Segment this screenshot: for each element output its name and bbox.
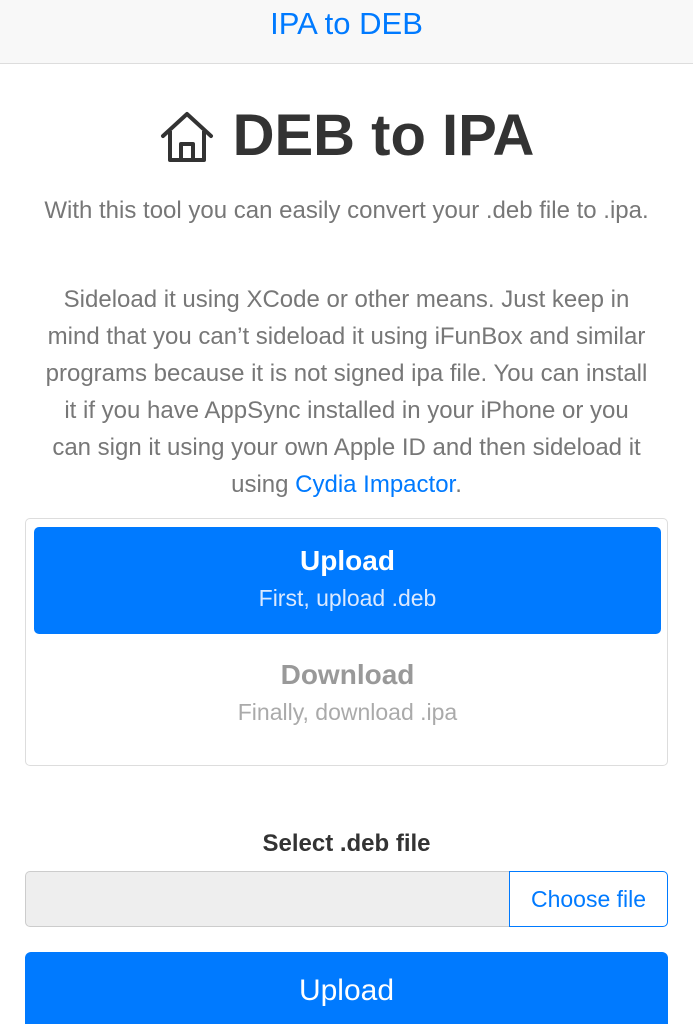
step-download[interactable]: Download Finally, download .ipa [34, 641, 661, 748]
file-field-label: Select .deb file [262, 830, 431, 857]
home-icon [160, 112, 213, 162]
step-upload-subtitle: First, upload .deb [258, 585, 437, 611]
description-text: Sideload it using XCode or other means. … [44, 281, 649, 503]
file-path-field[interactable] [25, 871, 509, 927]
ipa-to-deb-link[interactable]: IPA to DEB [270, 6, 423, 42]
intro-text: With this tool you can easily convert yo… [44, 197, 649, 224]
step-download-subtitle: Finally, download .ipa [237, 699, 458, 725]
step-upload[interactable]: Upload First, upload .deb [34, 527, 661, 634]
steps-panel: Upload First, upload .deb Download Final… [25, 518, 668, 766]
cydia-impactor-link[interactable]: Cydia Impactor [295, 471, 455, 498]
page: IPA to DEB DEB to IPA With this tool you… [0, 0, 693, 1024]
description-body: Sideload it using XCode or other means. … [45, 286, 648, 498]
description-suffix: . [455, 471, 462, 498]
step-upload-title: Upload [300, 545, 395, 576]
step-download-title: Download [280, 659, 415, 690]
upload-button[interactable]: Upload [25, 952, 668, 1024]
top-navbar: IPA to DEB [0, 0, 693, 64]
page-heading: DEB to IPA [0, 98, 693, 172]
page-title: DEB to IPA [232, 102, 535, 168]
file-input-group: Choose file [25, 871, 668, 927]
choose-file-button[interactable]: Choose file [509, 871, 668, 927]
